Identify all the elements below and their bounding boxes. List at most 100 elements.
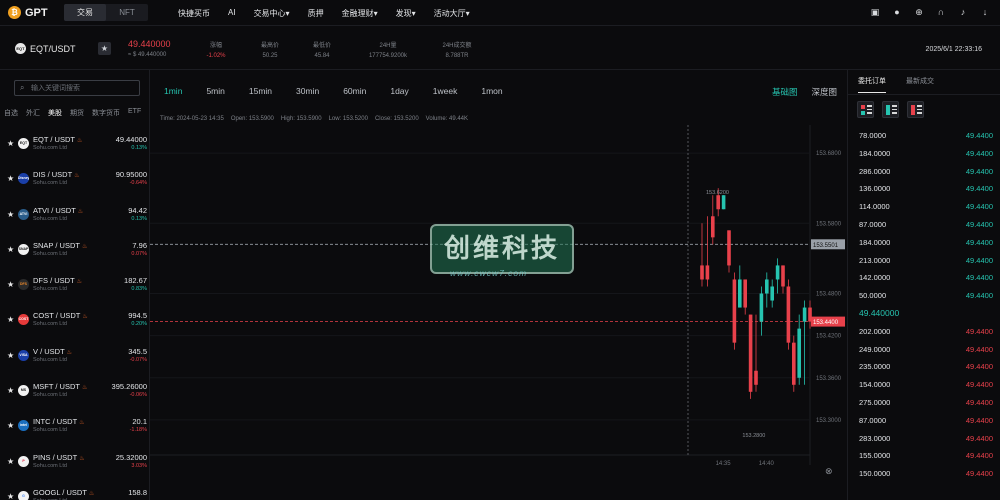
- download-icon[interactable]: ↓: [980, 7, 990, 18]
- ask-row[interactable]: 136.0000 49.4400: [848, 179, 1000, 197]
- pair-row[interactable]: ★ EQT EQT / USDT ♨ Sohu.com Ltd 49.44000 0.13%: [0, 128, 150, 163]
- pair-change: 0.13%: [131, 145, 147, 151]
- bid-price: 275.0000: [859, 397, 891, 407]
- stat-turnover: 24H成交额 8.788TR: [442, 43, 472, 59]
- menu-item-ai[interactable]: AI: [228, 8, 236, 19]
- ask-row[interactable]: 50.0000 49.4400: [848, 286, 1000, 304]
- tab-latest-trades[interactable]: 最新成交: [906, 76, 934, 93]
- bid-row[interactable]: 155.0000 49.4400: [848, 446, 1000, 464]
- reset-zoom-icon[interactable]: ⊗: [825, 467, 833, 477]
- search-input[interactable]: [31, 82, 136, 94]
- favorite-star-icon[interactable]: ★: [7, 457, 14, 466]
- ask-row[interactable]: 87.0000 49.4400: [848, 215, 1000, 233]
- tab-us-stocks[interactable]: 美股: [48, 108, 62, 118]
- pair-row[interactable]: ★ ATVI ATVI / USDT ♨ Sohu.com Ltd 94.42 0.13%: [0, 199, 150, 234]
- book-asks-icon[interactable]: [907, 101, 924, 118]
- ohlc-open: Open: 153.5900: [230, 116, 274, 122]
- favorite-star-icon[interactable]: ★: [7, 315, 14, 324]
- pair-row[interactable]: ★ COST COST / USDT ♨ Sohu.com Ltd 994.5 0.20%: [0, 304, 150, 339]
- ask-price: 50.0000: [859, 291, 887, 301]
- candlestick-chart[interactable]: 153.6800 153.5800 153.4800 153.4200 153.3600…: [150, 125, 847, 490]
- menu-item-finance[interactable]: 金融理财▾: [342, 8, 378, 19]
- favorite-star-icon[interactable]: ★: [7, 280, 14, 289]
- ask-row[interactable]: 114.0000 49.4400: [848, 197, 1000, 215]
- bid-row[interactable]: 154.0000 49.4400: [848, 375, 1000, 393]
- ask-row[interactable]: 78.0000 49.4400: [848, 126, 1000, 144]
- menu-item-discover[interactable]: 发现▾: [396, 8, 416, 19]
- favorite-star-icon[interactable]: ★: [7, 245, 14, 254]
- pair-row[interactable]: ★ DFS DFS / USDT ♨ Sohu.com Ltd 182.67 0.83%: [0, 269, 150, 304]
- book-bids-icon[interactable]: [882, 101, 899, 118]
- user-icon[interactable]: ●: [892, 7, 902, 18]
- candle-body: [765, 279, 769, 294]
- tab-orders[interactable]: 委托订单: [858, 76, 886, 93]
- tab-forex[interactable]: 外汇: [26, 108, 40, 118]
- pair-row[interactable]: ★ Disney DIS / USDT ♨ Sohu.com Ltd 90.95000 -0…: [0, 163, 150, 198]
- bid-row[interactable]: 150.0000 49.4400: [848, 464, 1000, 482]
- ask-row[interactable]: 286.0000 49.4400: [848, 162, 1000, 180]
- bid-row[interactable]: 87.0000 49.4400: [848, 411, 1000, 429]
- bell-icon[interactable]: ♪: [958, 7, 968, 18]
- bid-row[interactable]: 249.0000 49.4400: [848, 340, 1000, 358]
- pair-row[interactable]: ★ VISA V / USDT ♨ Sohu.com Ltd 345.5 -0.07%: [0, 340, 150, 375]
- tab-futures[interactable]: 期货: [70, 108, 84, 118]
- pair-logo-icon: intel: [18, 420, 29, 432]
- favorite-star-icon[interactable]: ★: [7, 351, 14, 360]
- bid-qty: 49.4400: [965, 415, 993, 425]
- headset-icon[interactable]: ∩: [936, 7, 946, 18]
- market-list-panel: ⌕ 自选 外汇 美股 期货 数字货币 ETF ★EQTEQT / USDT♨So…: [0, 70, 150, 500]
- hot-icon: ♨: [81, 385, 88, 392]
- favorite-star-icon[interactable]: ★: [7, 139, 14, 148]
- segment-nft[interactable]: NFT: [106, 4, 148, 21]
- bid-row[interactable]: 283.0000 49.4400: [848, 429, 1000, 447]
- globe-icon[interactable]: ⊕: [914, 7, 924, 18]
- interval-1week[interactable]: 1week: [433, 86, 458, 96]
- ask-qty: 49.4400: [965, 291, 993, 301]
- menu-item-trade-center[interactable]: 交易中心▾: [254, 8, 290, 19]
- tab-depth-chart[interactable]: 深度图: [811, 86, 837, 98]
- stat-high: 最高价 50.25: [260, 43, 279, 59]
- tab-etf[interactable]: ETF: [128, 108, 141, 118]
- pair-row[interactable]: ★GGOOGL / USDT♨Sohu.com Ltd158.8: [0, 481, 150, 500]
- favorite-star-icon[interactable]: ★: [7, 386, 14, 395]
- pair-row[interactable]: ★ intel INTC / USDT ♨ Sohu.com Ltd 20.1 -1.18%: [0, 410, 150, 445]
- ask-row[interactable]: 142.0000 49.4400: [848, 268, 1000, 286]
- logo[interactable]: ₿ GPT: [8, 6, 48, 19]
- candle-body: [781, 265, 785, 287]
- menu-item-quick-buy[interactable]: 快捷买币: [178, 8, 210, 19]
- y-tick-label: 153.6800: [816, 151, 842, 157]
- interval-1day[interactable]: 1day: [390, 86, 408, 96]
- y-tick-label: 153.3600: [816, 376, 842, 382]
- favorite-star-icon[interactable]: ★: [7, 421, 14, 430]
- interval-1mon[interactable]: 1mon: [481, 86, 502, 96]
- favorite-star-icon[interactable]: ★: [7, 492, 14, 500]
- favorite-star-icon[interactable]: ★: [7, 210, 14, 219]
- bid-row[interactable]: 202.0000 49.4400: [848, 322, 1000, 340]
- book-both-icon[interactable]: [857, 101, 874, 118]
- candle-body: [808, 307, 812, 322]
- menu-item-events[interactable]: 活动大厅▾: [434, 8, 470, 19]
- ask-row[interactable]: 184.0000 49.4400: [848, 233, 1000, 251]
- orderbook-rows: 78.0000 49.4400 184.0000 49.4400 286.0000 49.…: [848, 126, 1000, 482]
- interval-60min[interactable]: 60min: [343, 86, 366, 96]
- wallet-icon[interactable]: ▣: [870, 7, 880, 18]
- segment-trade[interactable]: 交易: [64, 4, 106, 21]
- menu-item-staking[interactable]: 质押: [308, 8, 324, 19]
- interval-30min[interactable]: 30min: [296, 86, 319, 96]
- pair-row[interactable]: ★ MS MSFT / USDT ♨ Sohu.com Ltd 395.26000 -0.0…: [0, 375, 150, 410]
- interval-15min[interactable]: 15min: [249, 86, 272, 96]
- ask-row[interactable]: 213.0000 49.4400: [848, 251, 1000, 269]
- candle-body: [786, 286, 791, 343]
- tab-crypto[interactable]: 数字货币: [92, 108, 120, 118]
- pair-row[interactable]: ★ SNAP SNAP / USDT ♨ Sohu.com Ltd 7.96 0.07%: [0, 234, 150, 269]
- pair-row[interactable]: ★ P PINS / USDT ♨ Sohu.com Ltd 25.32000 3.03%: [0, 446, 150, 481]
- bid-row[interactable]: 275.0000 49.4400: [848, 393, 1000, 411]
- tab-basic-chart[interactable]: 基础图: [772, 86, 798, 98]
- interval-1min[interactable]: 1min: [164, 86, 182, 96]
- tab-favorites[interactable]: 自选: [4, 108, 18, 118]
- interval-5min[interactable]: 5min: [206, 86, 224, 96]
- ask-row[interactable]: 184.0000 49.4400: [848, 144, 1000, 162]
- bid-row[interactable]: 235.0000 49.4400: [848, 357, 1000, 375]
- favorite-star-icon[interactable]: ★: [7, 174, 14, 183]
- favorite-star-icon[interactable]: ★: [98, 42, 111, 55]
